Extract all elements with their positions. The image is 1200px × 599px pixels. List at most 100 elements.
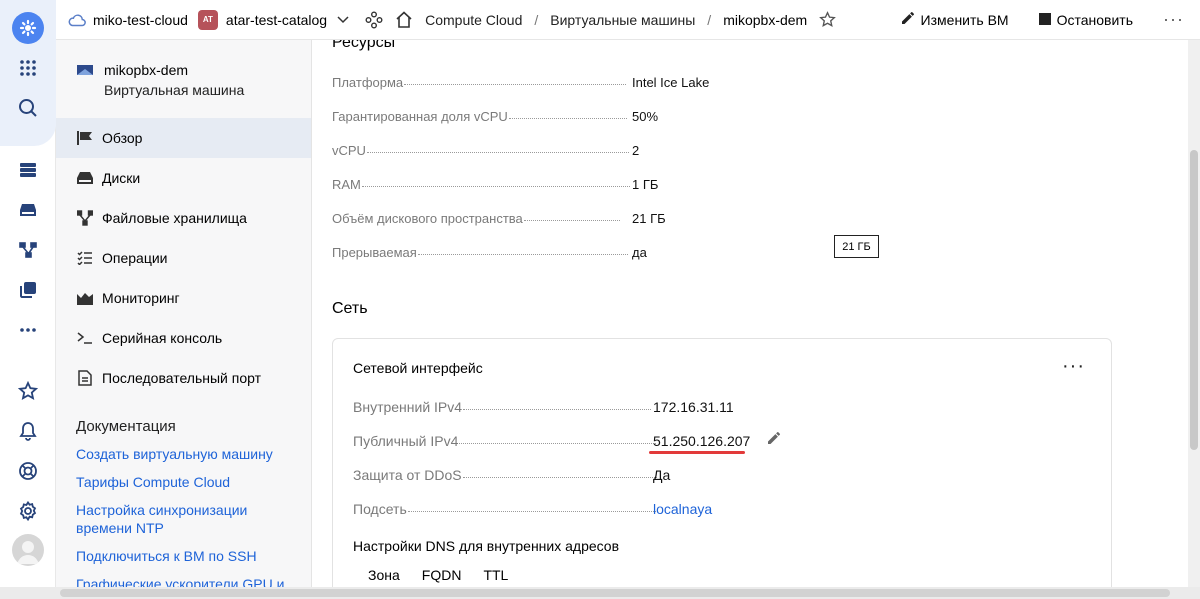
- breadcrumb-compute-cloud[interactable]: Compute Cloud: [425, 12, 522, 28]
- stop-vm-button[interactable]: Остановить: [1038, 11, 1134, 28]
- edit-vm-button[interactable]: Изменить ВМ: [901, 11, 1009, 28]
- chevron-down-icon[interactable]: [337, 15, 349, 24]
- resource-row-disk-space: Объём дискового пространства 21 ГБ: [332, 206, 712, 226]
- horizontal-scrollbar[interactable]: [0, 587, 1200, 599]
- network-key: Защита от DDoS: [353, 467, 462, 483]
- vm-type: Виртуальная машина: [104, 82, 245, 98]
- favorite-star-icon[interactable]: [819, 11, 837, 28]
- resource-value: Intel Ice Lake: [632, 75, 710, 90]
- dns-column-zone: Зона: [368, 567, 400, 583]
- value-tooltip: 21 ГБ: [834, 235, 879, 258]
- network-value: 172.16.31.11: [653, 399, 734, 415]
- resource-value: 21 ГБ: [632, 211, 666, 226]
- catalog-name[interactable]: atar-test-catalog: [226, 12, 327, 28]
- cloud-name[interactable]: miko-test-cloud: [93, 12, 188, 28]
- resource-value: 50%: [632, 109, 659, 124]
- favorites-star-icon[interactable]: [0, 377, 56, 405]
- nav-item-label: Обзор: [102, 130, 143, 146]
- port-icon: [76, 370, 94, 386]
- network-interface-card: Сетевой интерфейс ··· Внутренний IPv4 17…: [332, 338, 1112, 587]
- resource-key: Объём дискового пространства: [332, 211, 523, 226]
- network-interface-title: Сетевой интерфейс: [353, 360, 483, 376]
- public-ip-value: 51.250.126.207: [653, 433, 751, 449]
- nav-item-serial-port[interactable]: Последовательный порт: [56, 358, 311, 398]
- global-nav-rail: [0, 0, 56, 599]
- dns-column-ttl: TTL: [483, 567, 509, 583]
- nav-item-label: Диски: [102, 170, 141, 186]
- vertical-scroll-thumb[interactable]: [1190, 150, 1198, 450]
- subnet-link[interactable]: localnaya: [653, 501, 712, 517]
- nav-item-label: Мониторинг: [102, 290, 180, 306]
- docs-link-ssh[interactable]: Подключиться к ВМ по SSH: [76, 547, 296, 565]
- resource-row-ram: RAM 1 ГБ: [332, 172, 712, 192]
- disk-icon: [76, 172, 94, 184]
- edit-ip-pencil-icon[interactable]: [767, 431, 781, 448]
- resource-key: Прерываемая: [332, 245, 417, 260]
- network-row-subnet: Подсеть localnaya: [353, 497, 773, 517]
- storage-icon[interactable]: [0, 196, 56, 224]
- network-key: Публичный IPv4: [353, 433, 459, 449]
- header-more-icon[interactable]: ···: [1163, 9, 1184, 30]
- terminal-icon: [76, 332, 94, 344]
- resource-row-vcpu: vCPU 2: [332, 138, 712, 158]
- docs-title: Документация: [76, 418, 176, 435]
- resource-row-vcpu-share: Гарантированная доля vCPU 50%: [332, 104, 712, 124]
- vertical-scrollbar[interactable]: [1188, 40, 1200, 587]
- apps-grid-icon[interactable]: [0, 54, 56, 82]
- nav-item-label: Последовательный порт: [102, 370, 262, 386]
- nav-item-overview[interactable]: Обзор: [56, 118, 311, 158]
- dns-table-header: Зона FQDN TTL: [368, 567, 530, 583]
- notifications-bell-icon[interactable]: [0, 417, 56, 445]
- dns-settings-title: Настройки DNS для внутренних адресов: [353, 538, 620, 554]
- network-key: Внутренний IPv4: [353, 399, 463, 415]
- operations-icon: [76, 251, 94, 265]
- cloud-icon: [68, 13, 86, 27]
- vm-icon: [77, 65, 93, 75]
- pencil-icon: [901, 11, 915, 28]
- nav-item-monitoring[interactable]: Мониторинг: [56, 278, 311, 318]
- resource-value: 1 ГБ: [632, 177, 659, 192]
- settings-gear-icon[interactable]: [0, 497, 56, 525]
- network-row-public-ipv4: Публичный IPv4 51.250.126.207: [353, 429, 781, 449]
- home-icon[interactable]: [395, 11, 413, 28]
- filestore-icon: [76, 210, 94, 226]
- vm-nav: Обзор Диски Файловые хранилища Операции …: [56, 118, 311, 398]
- monitoring-icon: [76, 291, 94, 305]
- nav-item-label: Файловые хранилища: [102, 210, 247, 226]
- nav-item-file-storages[interactable]: Файловые хранилища: [56, 198, 311, 238]
- resource-value: 2: [632, 143, 640, 158]
- catalog-badge: AT: [197, 9, 218, 30]
- network-icon[interactable]: [0, 236, 56, 264]
- docs-link-pricing[interactable]: Тарифы Compute Cloud: [76, 473, 296, 491]
- horizontal-scroll-thumb[interactable]: [60, 589, 1170, 597]
- nav-item-disks[interactable]: Диски: [56, 158, 311, 198]
- docs-link-create-vm[interactable]: Создать виртуальную машину: [76, 445, 296, 463]
- vm-header: mikopbx-dem Виртуальная машина: [76, 60, 244, 100]
- highlight-underline: [649, 451, 745, 454]
- main-content: Ресурсы Платформа Intel Ice Lake Гаранти…: [312, 40, 1188, 587]
- nav-item-operations[interactable]: Операции: [56, 238, 311, 278]
- docs-link-ntp[interactable]: Настройка синхронизации времени NTP: [76, 501, 296, 537]
- nav-item-serial-console[interactable]: Серийная консоль: [56, 318, 311, 358]
- vm-name: mikopbx-dem: [104, 62, 189, 78]
- support-icon[interactable]: [0, 457, 56, 485]
- resource-value: да: [632, 245, 647, 260]
- resource-key: vCPU: [332, 143, 366, 158]
- resource-key: Гарантированная доля vCPU: [332, 109, 508, 124]
- stop-vm-label: Остановить: [1056, 11, 1134, 28]
- search-icon[interactable]: [0, 94, 56, 122]
- breadcrumb-virtual-machines[interactable]: Виртуальные машины: [550, 12, 695, 28]
- network-value: Да: [653, 467, 671, 483]
- services-icon[interactable]: [365, 11, 383, 29]
- compute-icon[interactable]: [0, 156, 56, 184]
- card-more-icon[interactable]: ···: [1062, 356, 1085, 376]
- breadcrumb-separator: /: [534, 11, 539, 28]
- resources-title: Ресурсы: [332, 40, 396, 51]
- resource-key: RAM: [332, 177, 361, 192]
- images-icon[interactable]: [0, 276, 56, 304]
- network-title: Сеть: [332, 300, 368, 317]
- more-services-icon[interactable]: [0, 316, 56, 344]
- user-avatar[interactable]: [0, 534, 56, 566]
- cloud-logo-icon[interactable]: [0, 12, 56, 44]
- nav-item-label: Серийная консоль: [102, 330, 223, 346]
